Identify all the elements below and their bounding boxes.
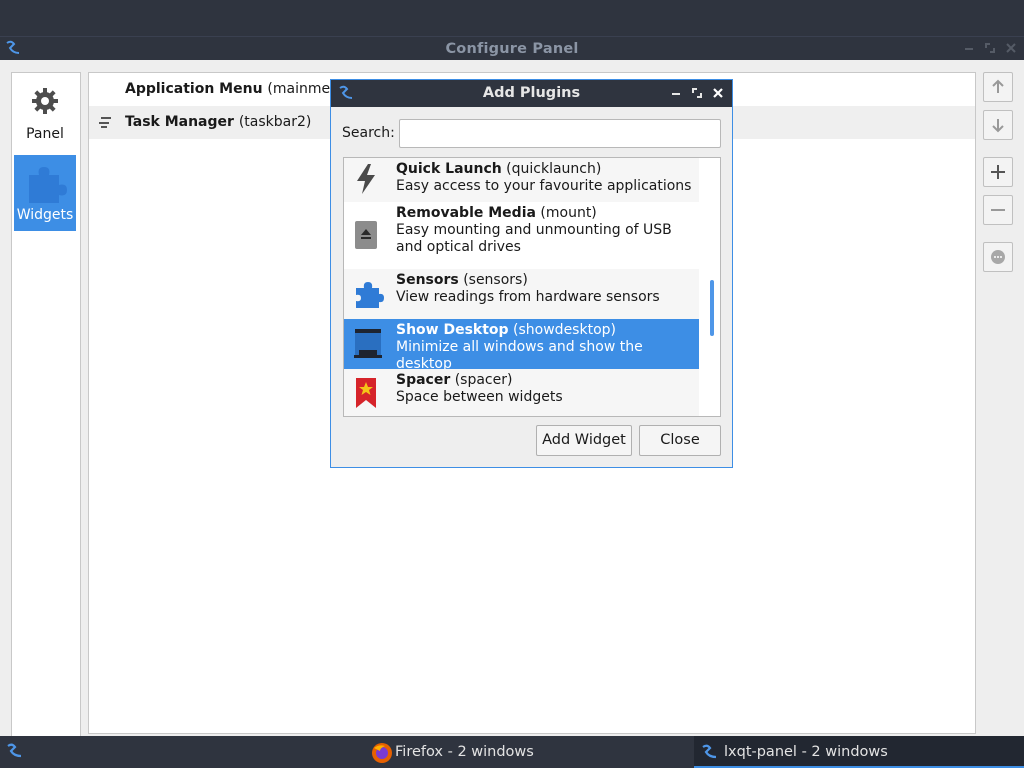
list-item[interactable]: Sensors (sensors) View readings from har…	[344, 269, 699, 319]
plugin-id: (showdesktop)	[513, 322, 616, 338]
task-lxqt-panel[interactable]: lxqt-panel - 2 windows	[694, 736, 1024, 768]
dialog-titlebar[interactable]: Add Plugins	[331, 80, 732, 107]
firefox-icon	[371, 742, 393, 764]
gear-icon	[30, 86, 60, 116]
close-icon[interactable]	[1004, 41, 1018, 55]
list-item[interactable]: Spacer (spacer) Space between widgets	[344, 369, 699, 416]
close-icon[interactable]	[711, 86, 725, 100]
scrollbar-thumb[interactable]	[710, 280, 714, 336]
desktop-icon	[354, 328, 382, 358]
list-item[interactable]: Quick Launch (quicklaunch) Easy access t…	[344, 158, 699, 202]
plugin-name: Spacer	[396, 372, 451, 388]
lightning-icon	[354, 163, 378, 195]
configure-widget-button[interactable]	[983, 242, 1013, 272]
start-menu-button[interactable]	[0, 736, 30, 768]
task-label: Firefox - 2 windows	[395, 744, 534, 760]
plugin-description: Easy access to your favourite applicatio…	[396, 178, 692, 194]
widget-id: (taskbar2)	[238, 114, 312, 130]
plugin-id: (mount)	[540, 205, 597, 221]
plugin-id: (sensors)	[463, 272, 528, 288]
widget-name: Task Manager	[125, 114, 234, 130]
plugin-description: Space between widgets	[396, 389, 563, 405]
close-button[interactable]: Close	[639, 425, 721, 456]
list-item[interactable]: Removable Media (mount) Easy mounting an…	[344, 202, 699, 269]
plugin-description: Minimize all windows and show the deskto…	[396, 339, 643, 372]
arrow-up-icon	[992, 79, 1004, 93]
minimize-icon[interactable]	[669, 86, 683, 100]
task-firefox[interactable]: Firefox - 2 windows	[370, 736, 670, 768]
remove-widget-button[interactable]	[983, 195, 1013, 225]
add-widget-side-button[interactable]	[983, 157, 1013, 187]
search-input[interactable]	[399, 119, 721, 148]
plugin-list[interactable]: Quick Launch (quicklaunch) Easy access t…	[343, 157, 721, 417]
sidebar-item-label: Widgets	[16, 207, 74, 223]
plugin-id: (spacer)	[454, 372, 513, 388]
plugin-name: Quick Launch	[396, 161, 502, 177]
sidebar-item-panel[interactable]: Panel	[14, 81, 76, 151]
arrow-down-icon	[992, 119, 1004, 133]
search-label: Search:	[342, 125, 395, 141]
maximize-icon[interactable]	[690, 86, 704, 100]
eject-icon	[354, 220, 378, 250]
move-up-button[interactable]	[983, 72, 1013, 102]
sidebar-item-label: Panel	[26, 126, 64, 142]
puzzle-icon	[23, 161, 67, 205]
task-manager-icon	[97, 114, 113, 130]
top-strip	[0, 0, 1024, 36]
plugin-description: View readings from hardware sensors	[396, 289, 660, 305]
bookmark-star-icon	[354, 376, 378, 410]
sidebar-item-widgets[interactable]: Widgets	[14, 155, 76, 231]
more-icon	[991, 250, 1005, 264]
plugin-description: Easy mounting and unmounting of USB and …	[396, 222, 672, 255]
plugin-name: Sensors	[396, 272, 459, 288]
task-label: lxqt-panel - 2 windows	[724, 744, 888, 760]
minimize-icon[interactable]	[962, 41, 976, 55]
move-down-button[interactable]	[983, 110, 1013, 140]
plugin-id: (quicklaunch)	[506, 161, 602, 177]
plugin-name: Removable Media	[396, 205, 536, 221]
lxqt-logo-icon	[7, 743, 22, 758]
main-window-titlebar[interactable]: Configure Panel	[0, 36, 1024, 61]
lxqt-icon	[700, 742, 720, 762]
add-widget-button[interactable]: Add Widget	[536, 425, 632, 456]
puzzle-icon	[354, 279, 384, 309]
minus-icon	[991, 209, 1005, 211]
window-title: Configure Panel	[445, 41, 579, 57]
list-scrollbar[interactable]	[706, 158, 720, 416]
widget-name: Application Menu	[125, 81, 263, 97]
plugin-name: Show Desktop	[396, 322, 509, 338]
config-sidebar: Panel Widgets	[11, 72, 81, 738]
add-plugins-dialog: Add Plugins Search: Quick Launch (quickl…	[330, 79, 733, 468]
plus-icon	[991, 165, 1005, 179]
maximize-icon[interactable]	[983, 41, 997, 55]
list-item-selected[interactable]: Show Desktop (showdesktop) Minimize all …	[344, 319, 699, 372]
taskbar: Firefox - 2 windows lxqt-panel - 2 windo…	[0, 736, 1024, 768]
